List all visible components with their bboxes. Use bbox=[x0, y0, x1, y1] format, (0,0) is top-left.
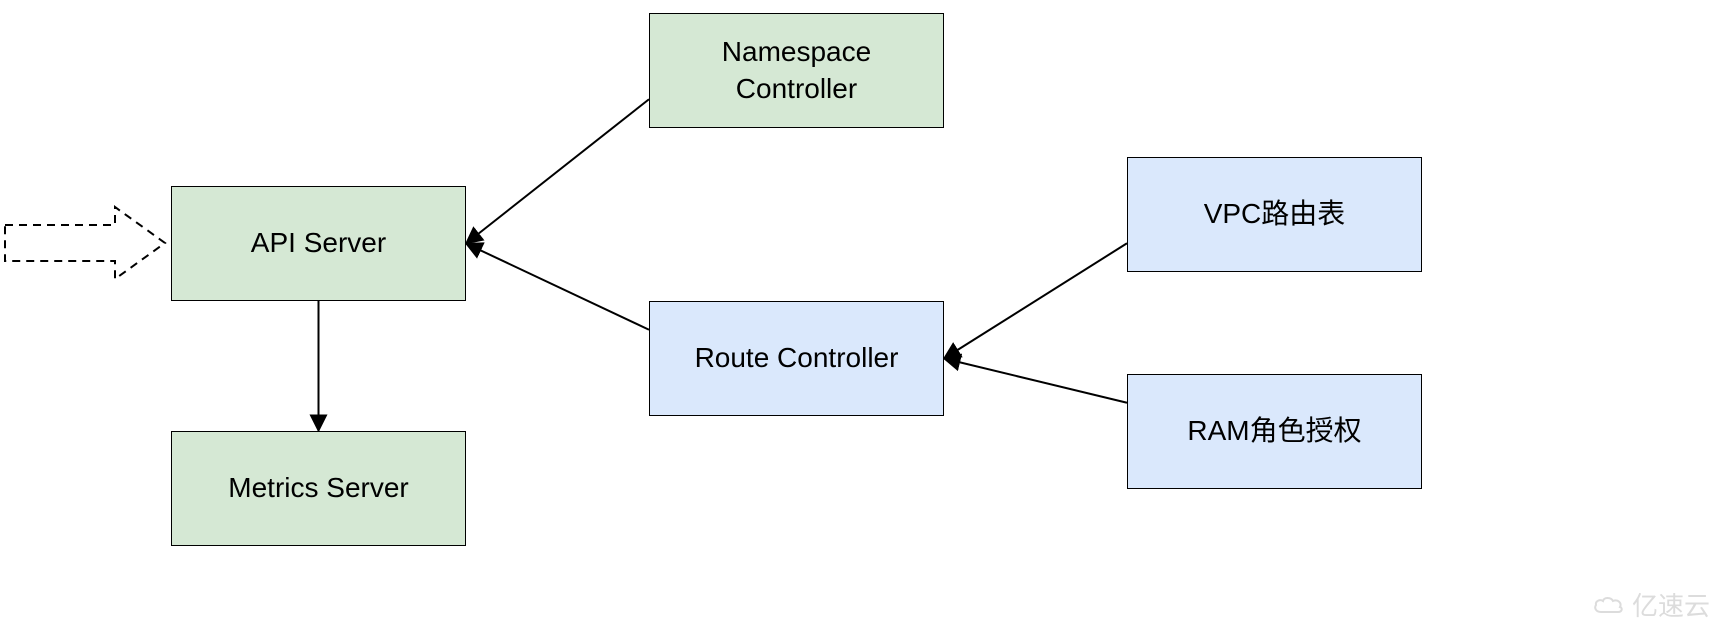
node-label: API Server bbox=[251, 225, 386, 261]
edge-route_controller-to-api_server bbox=[466, 244, 649, 330]
node-label: Metrics Server bbox=[228, 470, 408, 506]
cloud-icon bbox=[1592, 594, 1626, 616]
edge-ram_role_auth-to-route_controller bbox=[944, 359, 1127, 403]
watermark-text: 亿速云 bbox=[1632, 586, 1710, 623]
node-metrics-server: Metrics Server bbox=[171, 431, 466, 546]
node-label: VPC路由表 bbox=[1204, 196, 1346, 232]
node-api-server: API Server bbox=[171, 186, 466, 301]
edge-namespace_controller-to-api_server bbox=[466, 99, 649, 243]
node-label: Route Controller bbox=[695, 340, 899, 376]
entry-arrow bbox=[5, 207, 165, 279]
node-label: NamespaceController bbox=[722, 34, 871, 107]
node-label: RAM角色授权 bbox=[1187, 413, 1361, 449]
edge-vpc_route_table-to-route_controller bbox=[944, 243, 1127, 358]
node-route-controller: Route Controller bbox=[649, 301, 944, 416]
node-namespace-controller: NamespaceController bbox=[649, 13, 944, 128]
watermark: 亿速云 bbox=[1592, 586, 1710, 623]
node-vpc-route-table: VPC路由表 bbox=[1127, 157, 1422, 272]
node-ram-role-auth: RAM角色授权 bbox=[1127, 374, 1422, 489]
